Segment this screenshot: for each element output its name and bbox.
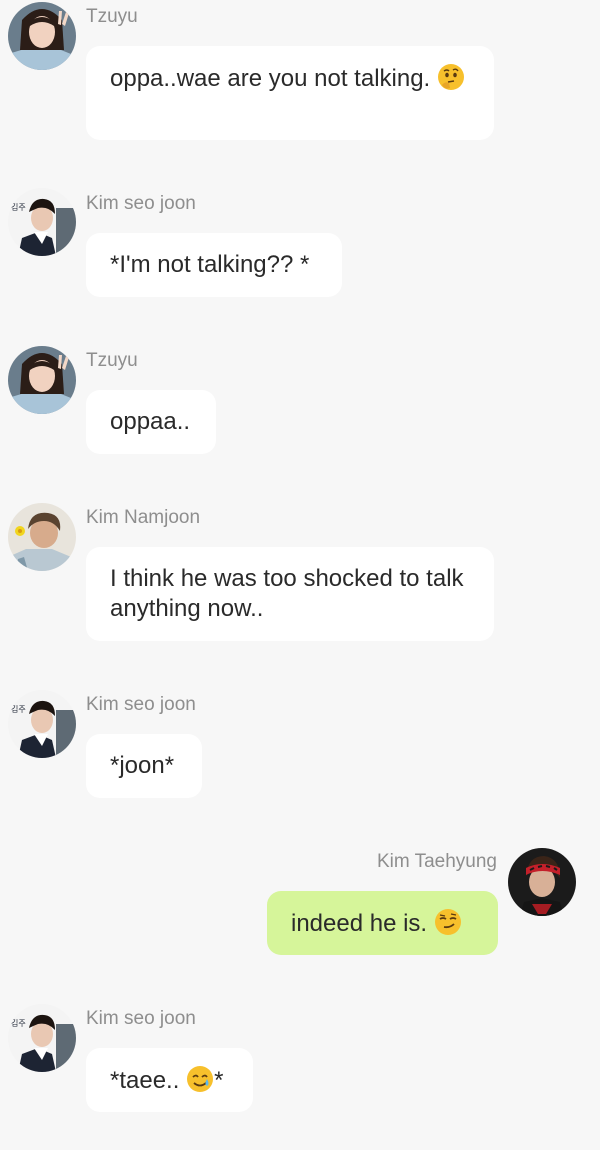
message-text: oppa..wae are you not talking. bbox=[110, 65, 437, 92]
message-bubble: indeed he is. bbox=[267, 891, 498, 955]
message-text: I think he was too shocked to talk anyth… bbox=[110, 565, 464, 622]
sender-name: Tzuyu bbox=[86, 350, 138, 371]
avatar-tzuyu[interactable] bbox=[8, 346, 76, 414]
kim-seo-joon-photo: 김주 bbox=[8, 690, 76, 758]
message-text: *joon* bbox=[110, 752, 175, 779]
avatar-kim-seo-joon[interactable]: 김주 bbox=[8, 188, 76, 256]
svg-text:김주: 김주 bbox=[11, 1018, 26, 1028]
message-text: *I'm not talking?? * bbox=[110, 251, 310, 278]
smiling-face-with-tear-icon bbox=[186, 1065, 214, 1093]
svg-text:김주: 김주 bbox=[11, 202, 26, 212]
message-bubble: *I'm not talking?? * bbox=[86, 233, 342, 297]
avatar-kim-namjoon[interactable] bbox=[8, 503, 76, 571]
smirking-face-icon bbox=[434, 908, 462, 936]
chat-view: Tzuyu oppa..wae are you not talking. 김주 … bbox=[0, 0, 600, 1150]
sender-name: Tzuyu bbox=[86, 6, 138, 27]
sender-name: Kim seo joon bbox=[86, 193, 196, 214]
thinking-face-icon bbox=[437, 63, 465, 91]
svg-text:김주: 김주 bbox=[11, 704, 26, 714]
sender-name: Kim seo joon bbox=[86, 694, 196, 715]
kim-seo-joon-photo: 김주 bbox=[8, 188, 76, 256]
kim-namjoon-photo bbox=[8, 503, 76, 571]
kim-seo-joon-photo: 김주 bbox=[8, 1004, 76, 1072]
message-bubble: oppa..wae are you not talking. bbox=[86, 46, 494, 140]
message-text: indeed he is. bbox=[291, 910, 434, 937]
avatar-kim-seo-joon[interactable]: 김주 bbox=[8, 690, 76, 758]
message-bubble: *taee.. * bbox=[86, 1048, 253, 1112]
kim-taehyung-photo bbox=[508, 848, 576, 916]
sender-name: Kim seo joon bbox=[86, 1008, 196, 1029]
avatar-kim-seo-joon[interactable]: 김주 bbox=[8, 1004, 76, 1072]
tzuyu-photo bbox=[8, 346, 76, 414]
avatar-kim-taehyung[interactable] bbox=[508, 848, 576, 916]
message-text-suffix: * bbox=[214, 1067, 224, 1094]
sender-name: Kim Taehyung bbox=[376, 851, 497, 872]
message-bubble: *joon* bbox=[86, 734, 202, 798]
tzuyu-photo bbox=[8, 2, 76, 70]
message-bubble: oppaa.. bbox=[86, 390, 216, 454]
message-text: *taee.. bbox=[110, 1067, 187, 1094]
avatar-tzuyu[interactable] bbox=[8, 2, 76, 70]
message-text: oppaa.. bbox=[110, 408, 191, 435]
sender-name: Kim Namjoon bbox=[86, 507, 201, 528]
message-bubble: I think he was too shocked to talk anyth… bbox=[86, 547, 494, 641]
